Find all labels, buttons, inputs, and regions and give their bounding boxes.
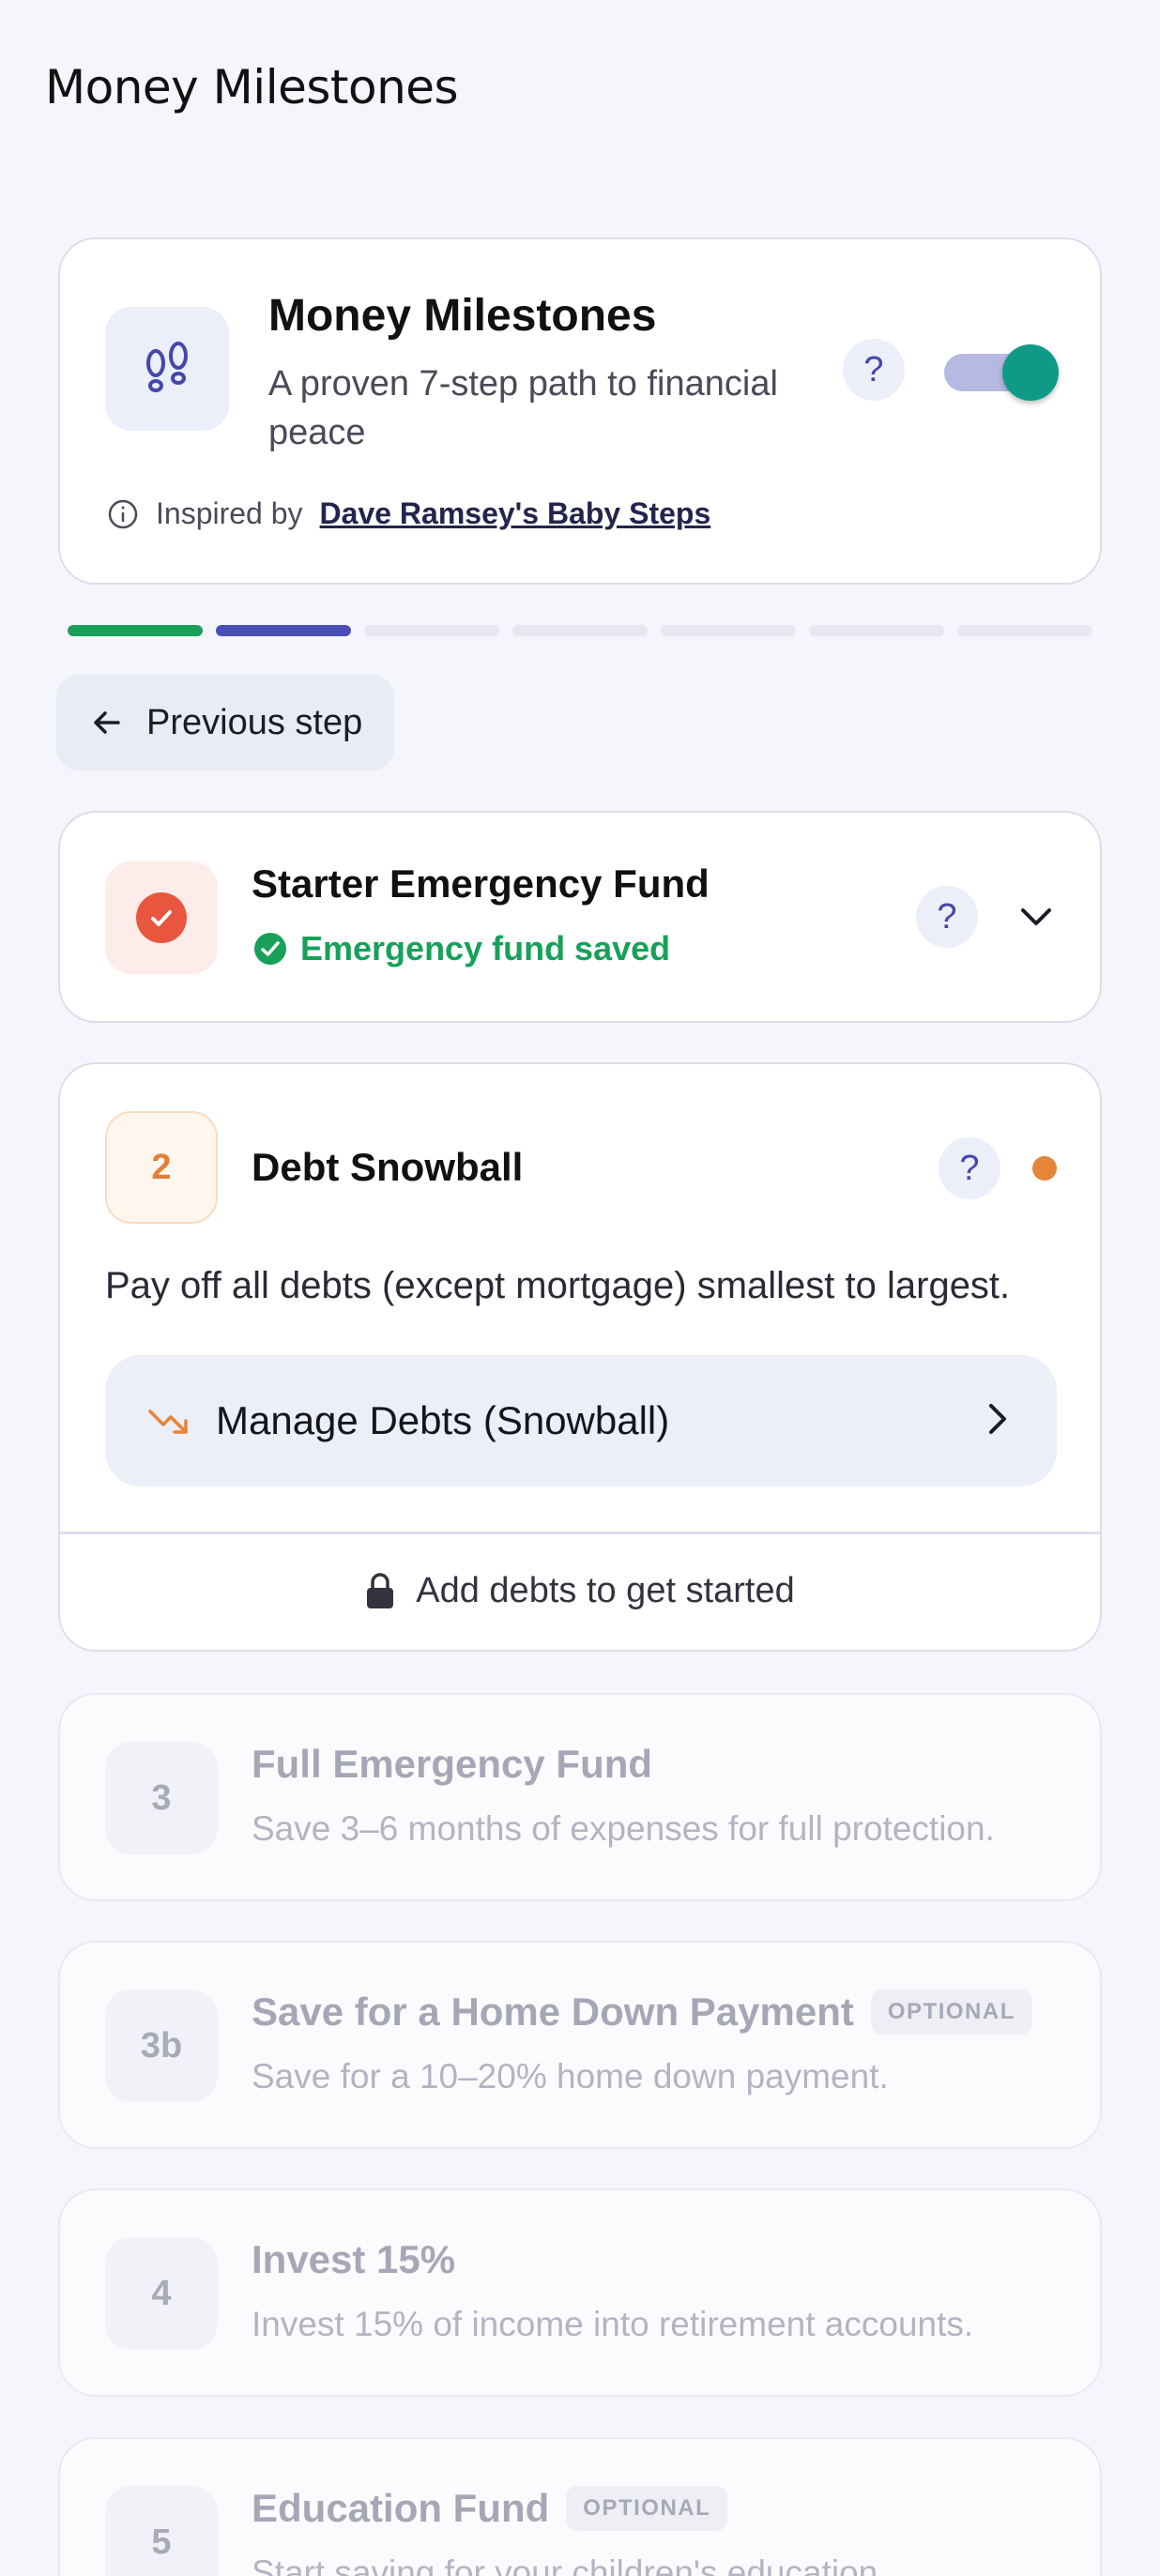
step-title-text: Education Fund <box>252 2486 550 2530</box>
step-badge-complete <box>105 861 218 974</box>
step-number-badge: 5 <box>105 2486 218 2576</box>
step-number-badge: 2 <box>105 1111 218 1224</box>
step-title-text: Full Emergency Fund <box>252 1742 653 1786</box>
info-icon <box>108 499 138 528</box>
step-number-badge: 3b <box>105 1989 218 2102</box>
step-title-text: Invest 15% <box>252 2237 456 2281</box>
trending-down-icon <box>148 1410 188 1434</box>
step-description: Save for a 10–20% home down payment. <box>252 2057 889 2096</box>
step-number-badge: 4 <box>105 2237 218 2350</box>
manage-debts-button[interactable]: Manage Debts (Snowball) <box>105 1355 1057 1486</box>
step-card-home-down-payment: 3b Save for a Home Down Payment OPTIONAL… <box>58 1941 1102 2149</box>
chevron-right-icon <box>989 1404 1006 1434</box>
milestone-progress <box>68 625 1092 636</box>
in-progress-dot <box>1032 1156 1057 1181</box>
step-description: Invest 15% of income into retirement acc… <box>252 2305 974 2343</box>
step-title: Education Fund OPTIONAL <box>252 2486 728 2531</box>
step-title: Starter Emergency Fund <box>252 861 710 906</box>
optional-badge: OPTIONAL <box>566 2486 728 2531</box>
progress-segment-complete <box>68 625 203 636</box>
step-help-button[interactable]: ? <box>939 1137 1000 1199</box>
chevron-down-icon[interactable] <box>1017 903 1055 931</box>
step-status-text: Emergency fund saved <box>300 929 671 968</box>
step-card-invest-15: 4 Invest 15% Invest 15% of income into r… <box>58 2188 1102 2397</box>
toggle-knob <box>1002 344 1059 401</box>
help-button[interactable]: ? <box>843 339 905 401</box>
arrow-left-icon <box>94 711 120 734</box>
header-title: Money Milestones <box>268 291 657 341</box>
page-title: Money Milestones <box>45 60 459 114</box>
step-description: Pay off all debts (except mortgage) smal… <box>105 1265 1011 1306</box>
previous-step-label: Previous step <box>146 702 363 742</box>
divider <box>60 1532 1100 1534</box>
manage-debts-label: Manage Debts (Snowball) <box>216 1398 670 1442</box>
progress-segment-current <box>216 625 351 636</box>
step-card-full-emergency-fund: 3 Full Emergency Fund Save 3–6 months of… <box>58 1693 1102 1901</box>
step-number-badge: 3 <box>105 1742 218 1854</box>
dave-ramsey-link[interactable]: Dave Ramsey's Baby Steps <box>320 496 711 531</box>
progress-segment-todo <box>661 625 796 636</box>
step-description: Start saving for your children's educati… <box>252 2553 888 2576</box>
step-card-education-fund: 5 Education Fund OPTIONAL Start saving f… <box>58 2437 1102 2576</box>
step-title-text: Save for a Home Down Payment <box>252 1989 854 2034</box>
progress-segment-todo <box>512 625 648 636</box>
lock-icon <box>367 1572 394 1608</box>
step-title: Full Emergency Fund <box>252 1742 652 1787</box>
step-help-button[interactable]: ? <box>916 886 978 948</box>
footsteps-icon <box>105 307 229 431</box>
progress-segment-todo <box>809 625 944 636</box>
step-footer-text: Add debts to get started <box>416 1571 795 1610</box>
inspired-prefix: Inspired by <box>156 496 303 530</box>
step-title: Invest 15% <box>252 2237 455 2282</box>
step-title: Save for a Home Down Payment OPTIONAL <box>252 1989 1032 2035</box>
previous-step-button[interactable]: Previous step <box>56 675 394 770</box>
step-card-starter-emergency-fund[interactable]: Starter Emergency Fund Emergency fund sa… <box>58 811 1102 1023</box>
check-circle-icon <box>254 933 286 965</box>
header-subtitle: A proven 7-step path to financial peace <box>268 364 778 452</box>
milestones-toggle[interactable] <box>944 344 1061 401</box>
check-icon <box>136 892 187 943</box>
step-status: Emergency fund saved <box>253 929 670 968</box>
step-title: Debt Snowball <box>252 1145 524 1189</box>
milestones-header-card: Money Milestones A proven 7-step path to… <box>58 237 1102 585</box>
inspired-line: Inspired by Dave Ramsey's Baby Steps <box>107 496 710 531</box>
progress-segment-todo <box>957 625 1092 636</box>
step-footer: Add debts to get started <box>60 1571 1100 1611</box>
step-card-debt-snowball: 2 Debt Snowball ? Pay off all debts (exc… <box>58 1062 1102 1652</box>
optional-badge: OPTIONAL <box>870 1989 1032 2035</box>
step-description: Save 3–6 months of expenses for full pro… <box>252 1809 995 1848</box>
progress-segment-todo <box>364 625 499 636</box>
